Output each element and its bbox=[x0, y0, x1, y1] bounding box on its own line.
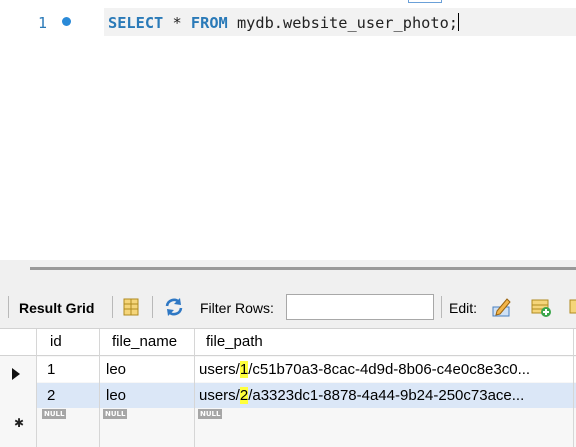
delete-row-icon[interactable] bbox=[568, 296, 576, 318]
path-highlight: 1 bbox=[239, 361, 249, 378]
line-number: 1 bbox=[38, 14, 48, 32]
filter-rows-input[interactable] bbox=[286, 294, 434, 320]
column-header-file-name[interactable]: file_name bbox=[112, 333, 177, 350]
path-rest: /a3323dc1-8878-4a44-9b24-250c73ace... bbox=[248, 387, 525, 404]
edit-cell-icon[interactable] bbox=[491, 296, 513, 318]
path-rest: /c51b70a3-8cac-4d9d-8b06-c4e0c8e3c0... bbox=[248, 361, 531, 378]
path-highlight: 2 bbox=[239, 387, 249, 404]
column-divider bbox=[194, 329, 195, 447]
cell-id[interactable]: 1 bbox=[47, 361, 55, 378]
null-badge[interactable]: NULL bbox=[103, 409, 128, 419]
sql-keyword-select: SELECT bbox=[108, 14, 164, 32]
new-row-marker-icon: ✱ bbox=[14, 416, 25, 430]
null-badge[interactable]: NULL bbox=[42, 409, 67, 419]
add-row-icon[interactable] bbox=[530, 296, 552, 318]
statement-marker-icon bbox=[62, 17, 71, 26]
cell-id[interactable]: 2 bbox=[47, 387, 55, 404]
cell-file-name[interactable]: leo bbox=[106, 387, 126, 404]
refresh-icon[interactable] bbox=[163, 296, 185, 318]
sql-statement[interactable]: SELECT * FROM mydb.website_user_photo; bbox=[108, 13, 459, 32]
toolbar-separator bbox=[112, 296, 113, 318]
toolbar-separator bbox=[441, 296, 442, 318]
toolbar-separator bbox=[152, 296, 153, 318]
splitter-grip[interactable] bbox=[30, 267, 576, 270]
grid-header bbox=[0, 329, 576, 356]
form-view-icon[interactable] bbox=[120, 296, 142, 318]
null-badge[interactable]: NULL bbox=[198, 409, 223, 419]
editor-line-1[interactable]: 1 SELECT * FROM mydb.website_user_photo; bbox=[0, 8, 576, 36]
column-header-id[interactable]: id bbox=[50, 333, 62, 350]
current-row-arrow-icon bbox=[12, 368, 20, 380]
cell-file-path[interactable]: users/1/c51b70a3-8cac-4d9d-8b06-c4e0c8e3… bbox=[199, 361, 530, 378]
toolbar-separator bbox=[8, 296, 9, 318]
edit-label: Edit: bbox=[449, 300, 478, 316]
result-toolbar: Result Grid Filter Rows: Edit: bbox=[0, 286, 576, 328]
sql-star: * bbox=[163, 14, 191, 32]
column-divider bbox=[99, 329, 100, 447]
filter-rows-label: Filter Rows: bbox=[200, 300, 274, 316]
sql-table-name: mydb.website_user_photo; bbox=[227, 14, 458, 32]
panel-splitter[interactable] bbox=[0, 260, 576, 286]
path-prefix: users/ bbox=[199, 361, 240, 378]
result-grid[interactable]: id file_name file_path ✱ 1 leo users/1/c… bbox=[0, 328, 576, 447]
column-divider bbox=[36, 329, 37, 447]
editor-tab-fragment bbox=[408, 0, 442, 3]
column-divider bbox=[573, 329, 574, 447]
result-grid-tab[interactable]: Result Grid bbox=[19, 300, 94, 316]
cell-file-name[interactable]: leo bbox=[106, 361, 126, 378]
column-header-file-path[interactable]: file_path bbox=[206, 333, 263, 350]
cell-file-path[interactable]: users/2/a3323dc1-8878-4a44-9b24-250c73ac… bbox=[199, 387, 524, 404]
sql-keyword-from: FROM bbox=[190, 14, 228, 32]
text-caret bbox=[458, 13, 459, 31]
path-prefix: users/ bbox=[199, 387, 240, 404]
sql-editor[interactable]: 1 SELECT * FROM mydb.website_user_photo; bbox=[0, 0, 576, 260]
